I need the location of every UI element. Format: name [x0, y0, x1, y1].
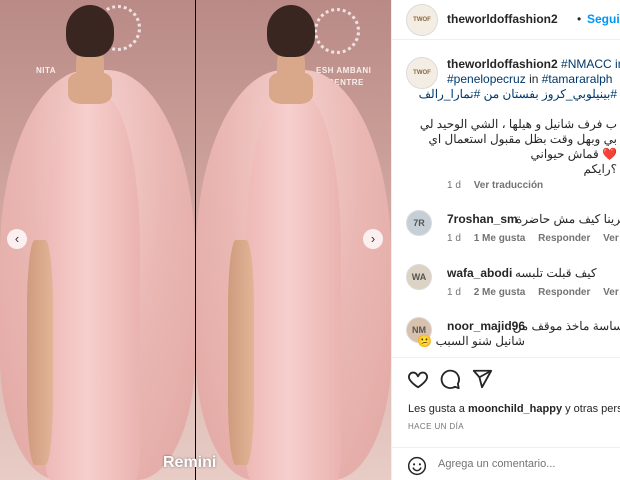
shoulders [269, 72, 313, 104]
avatar[interactable]: 7R [406, 210, 432, 236]
comment-likes[interactable]: 2 Me gusta [474, 287, 526, 298]
chevron-left-icon[interactable]: ‹ [7, 229, 27, 249]
chevron-right-icon[interactable]: › [363, 229, 383, 249]
caption-arabic-hashtags[interactable]: #بينيلوبي_كروز بفستان من #تمارا_رالف [419, 87, 617, 102]
emoji-smile-icon[interactable] [407, 456, 427, 476]
likes-suffix: y otras pers [562, 403, 620, 415]
pink-gown [45, 95, 140, 480]
comment-text: شانيل شنو السبب 😕 [417, 334, 525, 348]
header-username[interactable]: theworldoffashion2 [447, 12, 558, 26]
reply-button[interactable]: Responder [538, 287, 590, 298]
post-time: HACE UN DÍA [408, 422, 464, 431]
hashtag[interactable]: #tamararalph [542, 72, 613, 86]
caption-arabic-line: بي وبهل وقت بظل مقبول استعمال اي [428, 132, 617, 146]
separator-dot: • [577, 12, 582, 26]
avatar[interactable]: TWOF [406, 4, 438, 36]
caption-arabic-line: ؟رايكم [583, 162, 617, 176]
comment-meta: 1 d 2 Me gusta Responder Ver tr [447, 287, 620, 298]
logo-text-right: ESH AMBANI [316, 66, 372, 75]
comment-username[interactable]: wafa_abodi [447, 266, 512, 280]
hashtag[interactable]: #NMACC in # [561, 57, 620, 71]
caption-meta: 1 d Ver traducción [447, 180, 543, 191]
comments-scroll[interactable]: TWOF theworldoffashion2 #NMACC in # #pen… [392, 41, 620, 361]
leg [228, 240, 254, 465]
post-media[interactable]: NITA ESH AMBANI CENTRE ‹ › Remini [0, 0, 391, 480]
caption-arabic-line: ب فرف شانيل و هيلها ، الشي الوحيد لي [419, 117, 617, 131]
likes-summary[interactable]: Les gusta a moonchild_happy y otras pers [408, 403, 620, 415]
comment-meta: 1 d 1 Me gusta Responder Ver tr [447, 233, 620, 244]
caption-text-in: in [525, 72, 542, 86]
see-translation-button[interactable]: Ver tr [603, 287, 620, 298]
shoulders [68, 72, 112, 104]
hair [267, 5, 315, 57]
comment-text: كيف قبلت تلبسه [515, 266, 597, 280]
likes-user[interactable]: moonchild_happy [468, 403, 562, 415]
follow-button[interactable]: Seguir [587, 12, 620, 26]
comment-icon[interactable] [439, 368, 461, 390]
caption-arabic-line: ❤️ قماش حيواني [530, 147, 617, 161]
hashtag[interactable]: #penelopecruz [447, 72, 526, 86]
post-side-panel: TWOF theworldoffashion2 • Seguir TWOF th… [391, 0, 620, 480]
comment-time: 1 d [447, 287, 461, 298]
avatar[interactable]: TWOF [406, 57, 438, 89]
comment-input[interactable] [438, 454, 618, 474]
logo-text-left: NITA [36, 66, 57, 75]
likes-prefix: Les gusta a [408, 403, 468, 415]
caption-text: theworldoffashion2 #NMACC in # #penelope… [447, 57, 620, 87]
comment-username[interactable]: 7roshan_sm [447, 212, 518, 226]
photo-left: NITA [0, 0, 195, 480]
avatar[interactable]: WA [406, 264, 432, 290]
share-icon[interactable] [471, 368, 493, 390]
reply-button[interactable]: Responder [538, 233, 590, 244]
comment-time: 1 d [447, 233, 461, 244]
pink-gown [246, 95, 341, 480]
remini-watermark: Remini [163, 454, 217, 471]
comment-likes[interactable]: 1 Me gusta [474, 233, 526, 244]
see-translation-button[interactable]: Ver traducción [474, 180, 543, 191]
hair [66, 5, 114, 57]
caption-time: 1 d [447, 180, 461, 191]
add-comment-bar [392, 447, 620, 480]
post-header: TWOF theworldoffashion2 • Seguir [392, 0, 620, 40]
heart-icon[interactable] [407, 368, 429, 390]
comment-text: كاترينا كيف مش حاضرة [516, 212, 620, 226]
see-translation-button[interactable]: Ver tr [603, 233, 620, 244]
caption-username[interactable]: theworldoffashion2 [447, 57, 558, 71]
photo-right: ESH AMBANI CENTRE [196, 0, 391, 480]
action-bar: Les gusta a moonchild_happy y otras pers… [392, 357, 620, 437]
leg [27, 240, 53, 465]
nmacc-logo [314, 8, 360, 54]
instagram-post-view: NITA ESH AMBANI CENTRE ‹ › Remini TWOF t… [0, 0, 620, 480]
comment-text: حساسة ماخذ موقف من [512, 319, 620, 333]
